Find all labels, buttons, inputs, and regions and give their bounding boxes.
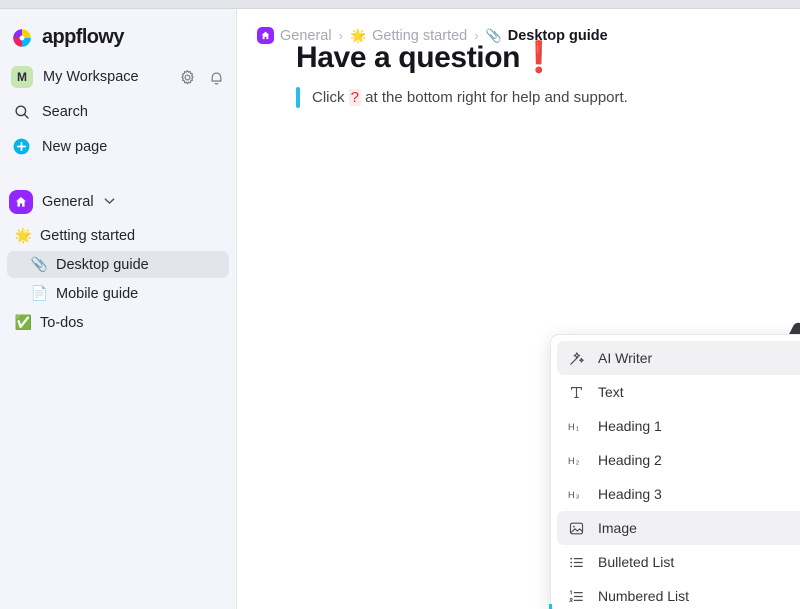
sidebar-item-label: New page xyxy=(42,138,108,155)
document-body: Have a question❗ Click ? at the bottom r… xyxy=(237,40,800,108)
app-window: appflowy M My Workspace Search New page … xyxy=(0,0,800,609)
bell-icon[interactable] xyxy=(207,68,226,87)
home-icon xyxy=(9,190,33,214)
menu-item-label: Image xyxy=(598,520,637,536)
h2-icon: H 2 xyxy=(568,452,585,469)
tree-item-to-dos[interactable]: ✅ To-dos xyxy=(7,309,229,336)
menu-item-label: Bulleted List xyxy=(598,554,675,570)
bulleted-list-icon xyxy=(568,554,585,571)
menu-item-label: Heading 1 xyxy=(598,418,662,434)
page-title-text: Have a question xyxy=(296,41,521,74)
tree-item-label: To-dos xyxy=(40,314,84,331)
tree-item-getting-started[interactable]: 🌟 Getting started xyxy=(7,222,229,249)
appflowy-logo-icon xyxy=(11,27,33,49)
window-titlebar xyxy=(0,0,800,9)
brand-name: appflowy xyxy=(42,26,124,48)
gear-icon[interactable] xyxy=(178,68,197,87)
sidebar-item-new-page[interactable]: New page xyxy=(0,131,236,162)
sparkle-wand-icon xyxy=(568,350,585,367)
svg-text:3: 3 xyxy=(576,494,580,500)
check-emoji-icon: ✅ xyxy=(14,314,33,330)
text-t-icon xyxy=(568,384,585,401)
menu-item-label: Numbered List xyxy=(598,588,690,604)
sidebar-item-label: Search xyxy=(42,103,88,120)
tree-item-label: Desktop guide xyxy=(56,256,149,273)
menu-item-ai-writer[interactable]: AI Writer xyxy=(557,341,800,375)
svg-text:H: H xyxy=(568,421,575,431)
menu-item-label: Text xyxy=(598,384,624,400)
svg-text:2: 2 xyxy=(576,460,579,466)
quote-suffix: at the bottom right for help and support… xyxy=(361,89,628,106)
tree-item-mobile-guide[interactable]: 📄 Mobile guide xyxy=(7,280,229,307)
svg-text:H: H xyxy=(568,455,575,465)
space-header-general[interactable]: General xyxy=(0,184,236,220)
page-emoji-icon: 📄 xyxy=(30,285,49,301)
tree-item-label: Getting started xyxy=(40,227,136,244)
sidebar: appflowy M My Workspace Search New page … xyxy=(0,9,237,609)
brand: appflowy xyxy=(0,21,236,54)
slash-command-menu[interactable]: AI Writer Text H 1 Heading 1 H 2 Heading… xyxy=(550,334,800,609)
star-emoji-icon: 🌟 xyxy=(14,227,33,243)
exclamation-emoji-icon: ❗ xyxy=(520,41,558,74)
menu-item-heading-3[interactable]: H 3 Heading 3 xyxy=(557,477,800,511)
tree-item-label: Mobile guide xyxy=(56,285,139,302)
quote-prefix: Click xyxy=(312,89,349,106)
menu-item-heading-1[interactable]: H 1 Heading 1 xyxy=(557,409,800,443)
question-mark-badge: ? xyxy=(348,89,362,106)
quote-text: Click ? at the bottom right for help and… xyxy=(312,87,628,108)
menu-item-label: AI Writer xyxy=(598,350,653,366)
menu-item-label: Heading 3 xyxy=(598,486,662,502)
workspace-name: My Workspace xyxy=(43,69,139,85)
sidebar-item-search[interactable]: Search xyxy=(0,96,236,127)
plus-circle-icon xyxy=(12,137,31,156)
tree-item-desktop-guide[interactable]: 📎 Desktop guide xyxy=(7,251,229,278)
menu-item-image[interactable]: Image xyxy=(557,511,800,545)
page-title: Have a question❗ xyxy=(296,40,800,75)
image-icon xyxy=(568,520,585,537)
callout-quote: Click ? at the bottom right for help and… xyxy=(296,87,800,108)
menu-item-label: Heading 2 xyxy=(598,452,662,468)
numbered-list-icon xyxy=(568,588,585,605)
svg-text:1: 1 xyxy=(576,426,579,432)
quote-bar xyxy=(296,87,300,108)
space-name: General xyxy=(42,194,94,210)
avatar: M xyxy=(11,66,33,88)
main-content: General › 🌟 Getting started › 📎 Desktop … xyxy=(237,9,800,609)
menu-item-text[interactable]: Text xyxy=(557,375,800,409)
paperclip-emoji-icon: 📎 xyxy=(30,256,49,272)
breadcrumb: General › 🌟 Getting started › 📎 Desktop … xyxy=(237,9,800,44)
menu-item-bulleted-list[interactable]: Bulleted List xyxy=(557,545,800,579)
h3-icon: H 3 xyxy=(568,486,585,503)
h1-icon: H 1 xyxy=(568,418,585,435)
text-cursor xyxy=(549,604,552,609)
chevron-down-icon[interactable] xyxy=(104,196,115,208)
search-icon xyxy=(12,102,31,121)
svg-text:H: H xyxy=(568,489,575,499)
workspace-row[interactable]: M My Workspace xyxy=(0,62,236,92)
menu-item-heading-2[interactable]: H 2 Heading 2 xyxy=(557,443,800,477)
menu-item-numbered-list[interactable]: Numbered List xyxy=(557,579,800,609)
